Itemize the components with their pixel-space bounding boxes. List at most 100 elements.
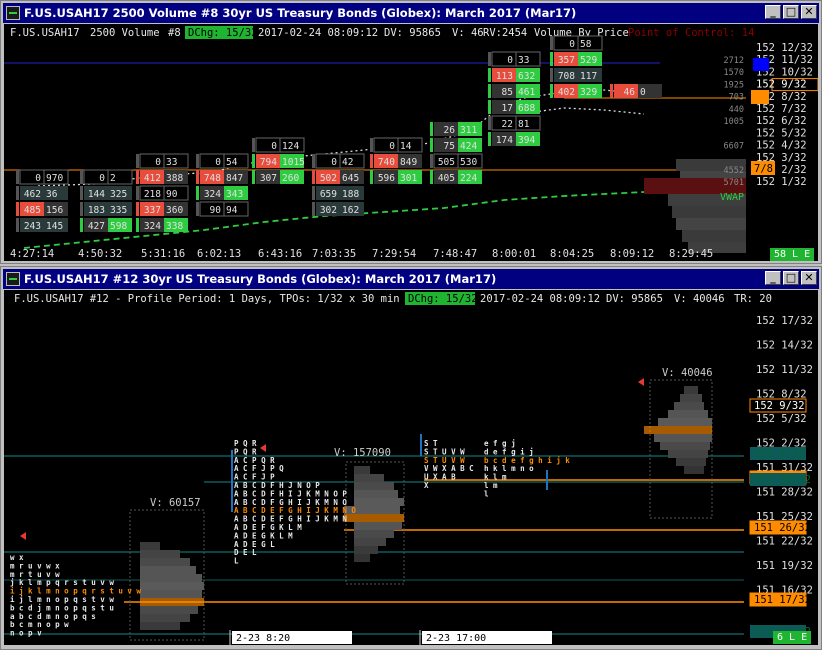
maximize-button[interactable]: □ <box>783 271 799 285</box>
svg-text:301: 301 <box>400 173 417 184</box>
close-button[interactable]: ✕ <box>801 5 817 19</box>
price-tick-label: 152 7/32 <box>756 103 807 115</box>
red-arrow-icon <box>638 378 644 386</box>
svg-text:748: 748 <box>204 173 221 184</box>
svg-text:424: 424 <box>460 141 477 152</box>
svg-text:0: 0 <box>215 157 221 168</box>
vbp-bar <box>676 218 746 230</box>
tpo-row: U X A B <box>424 473 456 482</box>
footprint-cell: 505 530 <box>430 153 483 169</box>
svg-text:849: 849 <box>400 157 417 168</box>
price-tick-label: 152 5/32 <box>756 413 807 425</box>
status-badge: 6 L E <box>773 631 812 644</box>
svg-text:505: 505 <box>438 157 455 168</box>
vbp-value-label: 1570 <box>724 68 744 78</box>
footprint-cell: 183 335 <box>80 202 132 216</box>
svg-text:388: 388 <box>166 173 183 184</box>
footprint-cell: 90 94 <box>196 201 249 217</box>
price-tick-label: 152 11/32 <box>756 364 813 376</box>
minimize-button[interactable]: _ <box>765 271 781 285</box>
svg-text:85: 85 <box>502 87 513 98</box>
footprint-cell: 405 224 <box>430 170 482 184</box>
vbp-value-label: 4552 <box>724 166 744 176</box>
footprint-cell: 412 388 <box>136 170 188 184</box>
svg-text:402: 402 <box>558 87 575 98</box>
boxed-price-label: 152 9/32 <box>754 400 805 412</box>
svg-text:156: 156 <box>46 205 63 216</box>
svg-text:183: 183 <box>88 205 105 216</box>
teal-price-label: 151 30/32 <box>754 474 811 486</box>
footprint-cell: 462 36 <box>16 186 68 200</box>
close-button[interactable]: ✕ <box>801 271 817 285</box>
profile-chart-svg[interactable]: F.US.USAH17 #12 - Profile Period: 1 Days… <box>4 290 818 645</box>
time-tick-label: 8:04:25 <box>550 248 594 260</box>
profile-histogram-3 <box>644 386 712 474</box>
minimize-button[interactable]: _ <box>765 5 781 19</box>
volume-label-1: V: 60157 <box>150 497 201 509</box>
vwap-label: VWAP <box>720 192 744 203</box>
svg-text:394: 394 <box>518 135 535 146</box>
title-bar[interactable]: F.US.USAH17 #12 30yr US Treasury Bonds (… <box>3 269 819 289</box>
svg-text:0: 0 <box>155 157 161 168</box>
svg-text:113: 113 <box>496 71 513 82</box>
svg-text:659: 659 <box>320 189 337 200</box>
svg-text:75: 75 <box>444 141 455 152</box>
footprint-cell: 324 343 <box>196 186 248 200</box>
price-tick-label: 152 4/32 <box>756 140 807 152</box>
header-rv: RV:2454 <box>483 27 527 39</box>
svg-text:117: 117 <box>580 71 597 82</box>
svg-text:329: 329 <box>580 87 597 98</box>
footprint-cell: 85 461 <box>488 84 540 98</box>
svg-text:145: 145 <box>46 221 63 232</box>
ib-range-marker <box>420 434 422 456</box>
header-tr: TR: 20 <box>734 293 772 305</box>
svg-text:502: 502 <box>320 173 337 184</box>
svg-text:485: 485 <box>24 205 41 216</box>
svg-text:311: 311 <box>460 125 477 136</box>
footprint-cell: 144 325 <box>80 186 132 200</box>
price-tick-label: 151 19/32 <box>756 560 813 572</box>
date-label: 2-23 17:00 <box>426 633 486 644</box>
vbp-value-label: 2712 <box>724 56 744 66</box>
svg-text:94: 94 <box>226 205 238 216</box>
footprint-cell: 427 598 <box>80 218 132 232</box>
svg-text:461: 461 <box>518 87 535 98</box>
profile-chart-window[interactable]: F.US.USAH17 #12 30yr US Treasury Bonds (… <box>0 266 822 650</box>
price-tick-label: 152 17/32 <box>756 315 813 327</box>
volume-chart-svg[interactable]: F.US.USAH17 2500 Volume #8 DChg: 15/32 2… <box>4 24 818 261</box>
header-v: V: 46 <box>452 27 484 39</box>
title-bar[interactable]: F.US.USAH17 2500 Volume #8 30yr US Treas… <box>3 3 819 23</box>
svg-text:0: 0 <box>569 39 575 50</box>
svg-text:36: 36 <box>46 189 58 200</box>
time-axis: 4:27:14 4:50:32 5:31:16 6:02:13 6:43:16 7:03:… <box>10 248 713 260</box>
ratio-label: 7/8 <box>754 163 773 175</box>
price-axis: 152 17/32152 14/32152 11/32152 8/32152 5… <box>749 315 813 638</box>
footprint-cell: 75 424 <box>430 138 482 152</box>
maximize-button[interactable]: □ <box>783 5 799 19</box>
price-tick-label: 152 9/32 <box>756 79 807 91</box>
svg-text:462: 462 <box>24 189 41 200</box>
boxed-price-label: 151 26/32 <box>754 522 811 534</box>
svg-text:1015: 1015 <box>282 157 305 168</box>
svg-text:42: 42 <box>342 157 353 168</box>
teal-price-label: 152 3/32 <box>754 448 805 460</box>
footprint-bars: 0 970462 36485 156243 1450 2144 325183 335427 59… <box>16 35 662 232</box>
footprint-cell: 0 58 <box>550 35 603 51</box>
red-arrow-icon <box>20 532 26 540</box>
volume-chart-area[interactable]: F.US.USAH17 2500 Volume #8 DChg: 15/32 2… <box>4 24 818 261</box>
price-tick-label: 152 6/32 <box>756 115 807 127</box>
volume-chart-window[interactable]: F.US.USAH17 2500 Volume #8 30yr US Treas… <box>0 0 822 264</box>
price-tick-label: 152 5/32 <box>756 127 807 139</box>
profile-chart-area[interactable]: F.US.USAH17 #12 - Profile Period: 1 Days… <box>4 290 818 645</box>
header-dv: DV: 95865 <box>384 27 441 39</box>
svg-text:81: 81 <box>518 119 530 130</box>
vbp-value-label: 5701 <box>724 178 744 188</box>
footprint-cell: 22 81 <box>488 115 541 131</box>
tpo-row: X <box>424 481 429 490</box>
svg-text:325: 325 <box>110 189 127 200</box>
boxed-price-label: 151 17/32 <box>754 594 811 606</box>
footprint-cell: 502 645 <box>312 170 364 184</box>
svg-text:174: 174 <box>496 135 513 146</box>
svg-text:302: 302 <box>320 205 337 216</box>
header-period: 2500 Volume <box>90 27 160 39</box>
